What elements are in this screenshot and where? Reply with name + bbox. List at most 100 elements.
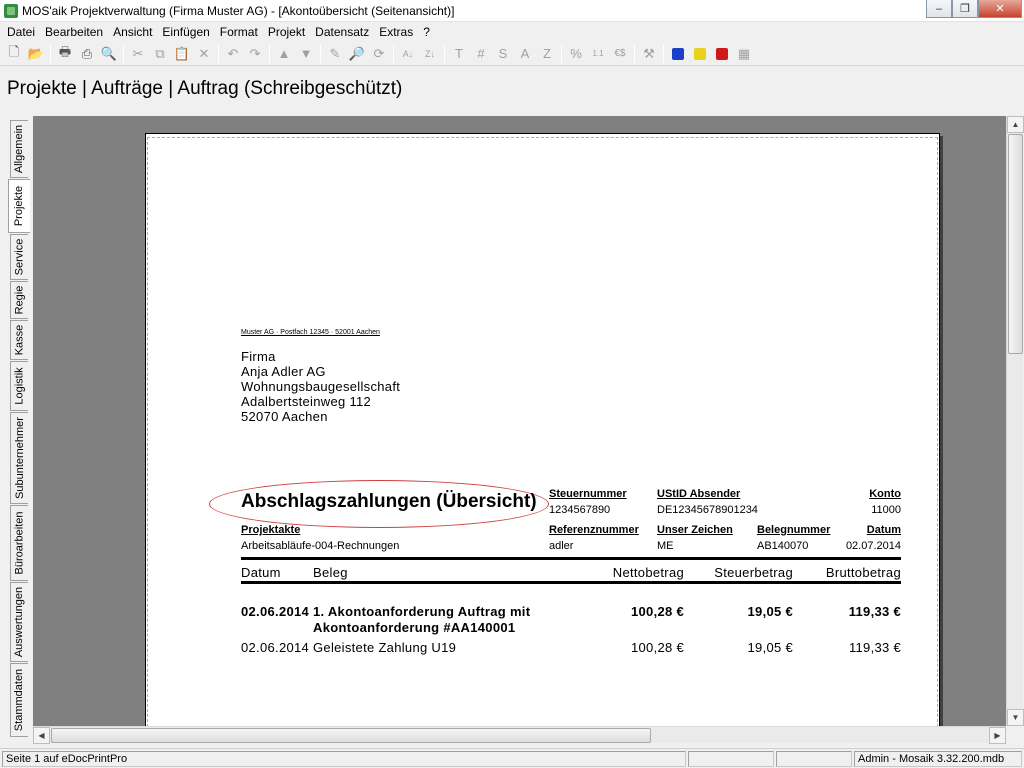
toolbar-separator bbox=[663, 44, 664, 63]
address-line: Wohnungsbaugesellschaft bbox=[241, 379, 401, 394]
document-page: Muster AG · Postfach 12345 · 52001 Aache… bbox=[145, 133, 940, 726]
row-netto: 100,28 € bbox=[630, 640, 684, 655]
yellow-puzzle-icon[interactable] bbox=[689, 44, 711, 64]
red-puzzle-icon[interactable] bbox=[711, 44, 733, 64]
status-user-db: Admin - Mosaik 3.32.200.mdb bbox=[854, 751, 1022, 767]
toolbar-separator bbox=[269, 44, 270, 63]
format-a-icon[interactable]: A bbox=[514, 44, 536, 64]
tab-bueroarbeiten[interactable]: Büroarbeiten bbox=[10, 505, 28, 581]
horizontal-scrollbar[interactable]: ◀ ▶ bbox=[33, 726, 1006, 744]
ustid-value: DE12345678901234 bbox=[657, 504, 758, 516]
copy-icon[interactable]: ⧉ bbox=[149, 44, 171, 64]
scroll-up-arrow-icon[interactable]: ▲ bbox=[1007, 116, 1024, 133]
horizontal-scroll-thumb[interactable] bbox=[51, 728, 651, 743]
open-folder-icon[interactable]: 📂 bbox=[25, 44, 47, 64]
table-header-rule bbox=[241, 581, 901, 584]
print-preview-icon[interactable]: 🔍 bbox=[98, 44, 120, 64]
menu-format[interactable]: Format bbox=[215, 25, 263, 39]
restore-button[interactable]: ❐ bbox=[952, 0, 978, 18]
print-setup-icon[interactable]: ⎙ bbox=[76, 44, 98, 64]
tab-label: Auswertungen bbox=[13, 586, 26, 658]
menu-einfuegen[interactable]: Einfügen bbox=[157, 25, 214, 39]
yellow-puzzle-swatch bbox=[694, 47, 706, 60]
tab-stammdaten[interactable]: Stammdaten bbox=[10, 663, 28, 737]
tab-label: Logistik bbox=[13, 367, 26, 405]
sort-descending-icon[interactable]: Z↓ bbox=[419, 44, 441, 64]
tools-icon[interactable]: ⚒ bbox=[638, 44, 660, 64]
address-line: Anja Adler AG bbox=[241, 364, 326, 379]
decimal-icon[interactable]: 1.1 bbox=[587, 44, 609, 64]
redo-icon[interactable]: ↷ bbox=[244, 44, 266, 64]
tab-allgemein[interactable]: Allgemein bbox=[10, 120, 28, 178]
print-icon[interactable]: 🖶 bbox=[54, 44, 76, 64]
tab-auswertungen[interactable]: Auswertungen bbox=[10, 582, 28, 662]
refresh-icon[interactable]: ⟳ bbox=[368, 44, 390, 64]
tab-kasse[interactable]: Kasse bbox=[10, 320, 28, 360]
tab-service[interactable]: Service bbox=[10, 234, 28, 280]
new-document-icon[interactable]: 🗋 bbox=[3, 44, 25, 64]
tab-projekte[interactable]: Projekte bbox=[8, 179, 30, 233]
menu-ansicht[interactable]: Ansicht bbox=[108, 25, 157, 39]
cut-icon[interactable]: ✂ bbox=[127, 44, 149, 64]
tab-regie[interactable]: Regie bbox=[10, 281, 28, 319]
delete-icon[interactable]: ✕ bbox=[193, 44, 215, 64]
edit-pen-icon[interactable]: ✎ bbox=[324, 44, 346, 64]
menu-projekt[interactable]: Projekt bbox=[263, 25, 310, 39]
blue-puzzle-swatch bbox=[672, 47, 684, 60]
address-line: Adalbertsteinweg 112 bbox=[241, 394, 372, 409]
window-layout-icon[interactable]: ▦ bbox=[733, 44, 755, 64]
format-s-icon[interactable]: S bbox=[492, 44, 514, 64]
row-datum: 02.06.2014 bbox=[241, 640, 310, 655]
row-brutto: 119,33 € bbox=[848, 640, 901, 655]
menu-help[interactable]: ? bbox=[418, 25, 435, 39]
currency-icon[interactable]: €$ bbox=[609, 44, 631, 64]
print-preview-area[interactable]: Muster AG · Postfach 12345 · 52001 Aache… bbox=[33, 116, 1006, 726]
menu-extras[interactable]: Extras bbox=[374, 25, 418, 39]
sender-line: Muster AG · Postfach 12345 · 52001 Aache… bbox=[241, 329, 380, 336]
tab-label: Regie bbox=[13, 285, 26, 315]
scroll-right-arrow-icon[interactable]: ▶ bbox=[989, 727, 1006, 744]
minimize-button[interactable]: – bbox=[926, 0, 952, 18]
percent-icon[interactable]: % bbox=[565, 44, 587, 64]
vertical-scrollbar[interactable]: ▲ ▼ bbox=[1006, 116, 1024, 726]
tab-logistik[interactable]: Logistik bbox=[10, 361, 28, 411]
tab-subunternehmer[interactable]: Subunternehmer bbox=[10, 412, 28, 504]
address-line: 52070 Aachen bbox=[241, 409, 328, 424]
format-number-icon[interactable]: # bbox=[470, 44, 492, 64]
tab-label: Büroarbeiten bbox=[13, 511, 26, 575]
format-z-icon[interactable]: Z bbox=[536, 44, 558, 64]
undo-icon[interactable]: ↶ bbox=[222, 44, 244, 64]
column-header-netto: Nettobetrag bbox=[612, 565, 684, 580]
ustid-label: UStID Absender bbox=[657, 488, 741, 500]
column-header-brutto: Bruttobetrag bbox=[825, 565, 901, 580]
address-line: Firma bbox=[241, 349, 276, 364]
toolbar-separator bbox=[123, 44, 124, 63]
projektakte-value: Arbeitsabläufe-004-Rechnungen bbox=[241, 540, 400, 552]
paste-icon[interactable]: 📋 bbox=[171, 44, 193, 64]
close-button[interactable]: ✕ bbox=[978, 0, 1022, 18]
move-up-icon[interactable]: ▲ bbox=[273, 44, 295, 64]
sort-ascending-icon[interactable]: A↓ bbox=[397, 44, 419, 64]
scroll-left-arrow-icon[interactable]: ◀ bbox=[33, 727, 50, 744]
blue-puzzle-icon[interactable] bbox=[667, 44, 689, 64]
toolbar-separator bbox=[444, 44, 445, 63]
tab-label: Stammdaten bbox=[13, 668, 26, 732]
app-icon bbox=[4, 3, 18, 18]
beleg-label: Belegnummer bbox=[757, 524, 831, 536]
format-text-icon[interactable]: T bbox=[448, 44, 470, 64]
tab-label: Service bbox=[13, 238, 26, 276]
window-title: MOS'aik Projektverwaltung (Firma Muster … bbox=[22, 3, 455, 18]
toolbar-separator bbox=[393, 44, 394, 63]
menu-datei[interactable]: Datei bbox=[2, 25, 40, 39]
vertical-scroll-thumb[interactable] bbox=[1008, 134, 1023, 354]
menu-datensatz[interactable]: Datensatz bbox=[310, 25, 374, 39]
datum-value: 02.07.2014 bbox=[845, 540, 901, 552]
breadcrumb: Projekte | Aufträge | Auftrag (Schreibge… bbox=[7, 78, 403, 99]
menu-bearbeiten[interactable]: Bearbeiten bbox=[40, 25, 108, 39]
referenz-value: adler bbox=[549, 540, 574, 552]
konto-value: 11000 bbox=[871, 504, 901, 516]
find-icon[interactable]: 🔎 bbox=[346, 44, 368, 64]
move-down-icon[interactable]: ▼ bbox=[295, 44, 317, 64]
scroll-down-arrow-icon[interactable]: ▼ bbox=[1007, 709, 1024, 726]
recipient-address: Firma Anja Adler AG Wohnungsbaugesellsch… bbox=[241, 349, 400, 424]
